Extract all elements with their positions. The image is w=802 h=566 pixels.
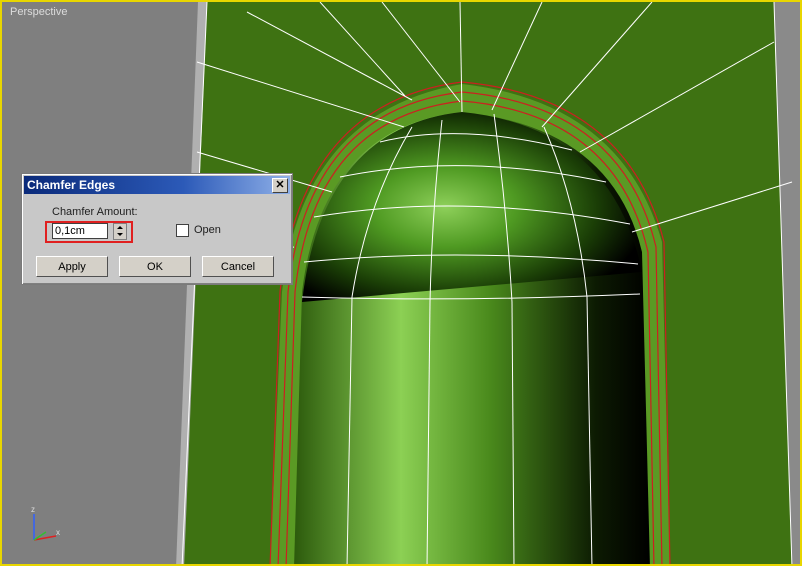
chamfer-amount-spinner[interactable]: [113, 223, 127, 240]
cancel-button[interactable]: Cancel: [202, 256, 274, 277]
axis-z-label: z: [31, 505, 35, 514]
chamfer-edges-dialog: Chamfer Edges ✕ Chamfer Amount: 0,1cm Op…: [21, 173, 293, 285]
chamfer-amount-input[interactable]: 0,1cm: [52, 223, 108, 239]
open-checkbox[interactable]: [176, 224, 189, 237]
dialog-title: Chamfer Edges: [27, 178, 116, 192]
axis-tripod-icon: z x: [31, 505, 60, 541]
axis-x-label: x: [56, 528, 60, 537]
apply-button[interactable]: Apply: [36, 256, 108, 277]
spinner-down-icon[interactable]: [117, 233, 123, 236]
ok-button[interactable]: OK: [119, 256, 191, 277]
viewport-label[interactable]: Perspective: [10, 6, 67, 18]
dialog-titlebar[interactable]: Chamfer Edges ✕: [24, 176, 290, 194]
close-icon[interactable]: ✕: [272, 178, 288, 193]
spinner-up-icon[interactable]: [117, 226, 123, 229]
open-checkbox-label[interactable]: Open: [194, 224, 221, 236]
chamfer-amount-label: Chamfer Amount:: [52, 206, 138, 218]
